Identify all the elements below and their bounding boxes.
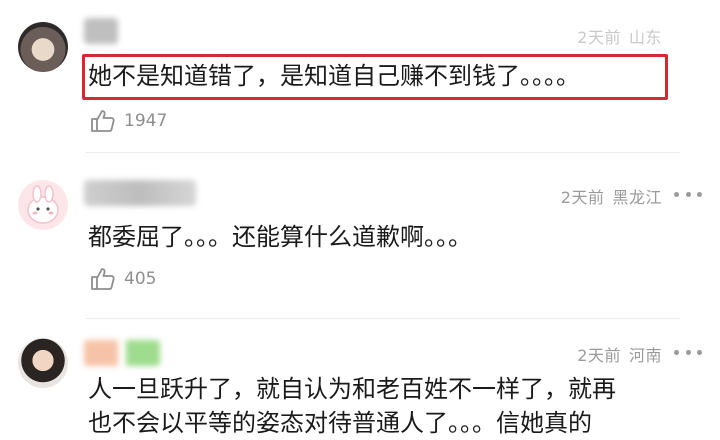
like-button[interactable]: 1947	[90, 108, 167, 134]
more-options-button[interactable]	[674, 186, 702, 202]
thumbs-up-icon	[91, 110, 115, 132]
avatar[interactable]	[18, 180, 68, 230]
more-options-button[interactable]	[674, 344, 702, 360]
like-button[interactable]: 405	[90, 266, 156, 292]
comment-meta: 2天前 山东	[577, 24, 662, 48]
thumbs-up-icon	[91, 268, 115, 290]
bunny-avatar-icon	[27, 185, 59, 224]
username-blurred[interactable]	[84, 340, 160, 366]
more-dots-icon	[674, 349, 679, 355]
comment-text: 都委屈了。。。还能算什么道歉啊。。。	[88, 223, 472, 251]
comment-text-line-2: 也不会以平等的姿态对待普通人了。。。信她真的	[88, 409, 592, 437]
comment-location: 山东	[628, 28, 662, 47]
avatar[interactable]	[18, 338, 68, 388]
comment-time: 2天前	[560, 188, 605, 207]
divider	[86, 318, 680, 319]
highlight-box	[82, 54, 668, 100]
comment-location: 河南	[628, 346, 662, 365]
username-blurred[interactable]	[84, 18, 118, 44]
comment-meta: 2天前 河南	[577, 342, 662, 366]
comment-time: 2天前	[577, 346, 621, 365]
avatar[interactable]	[18, 22, 68, 72]
comment-meta: 2天前 黑龙江	[561, 184, 662, 208]
more-dots-icon	[674, 191, 679, 197]
comment-text-line-1: 人一旦跃升了，就自认为和老百姓不一样了，就再	[88, 375, 616, 403]
like-count: 405	[124, 269, 157, 289]
comment-location: 黑龙江	[612, 188, 662, 207]
divider	[86, 152, 680, 153]
comment-time: 2天前	[577, 28, 621, 47]
like-count: 1947	[124, 111, 168, 131]
username-blurred[interactable]	[84, 180, 196, 206]
